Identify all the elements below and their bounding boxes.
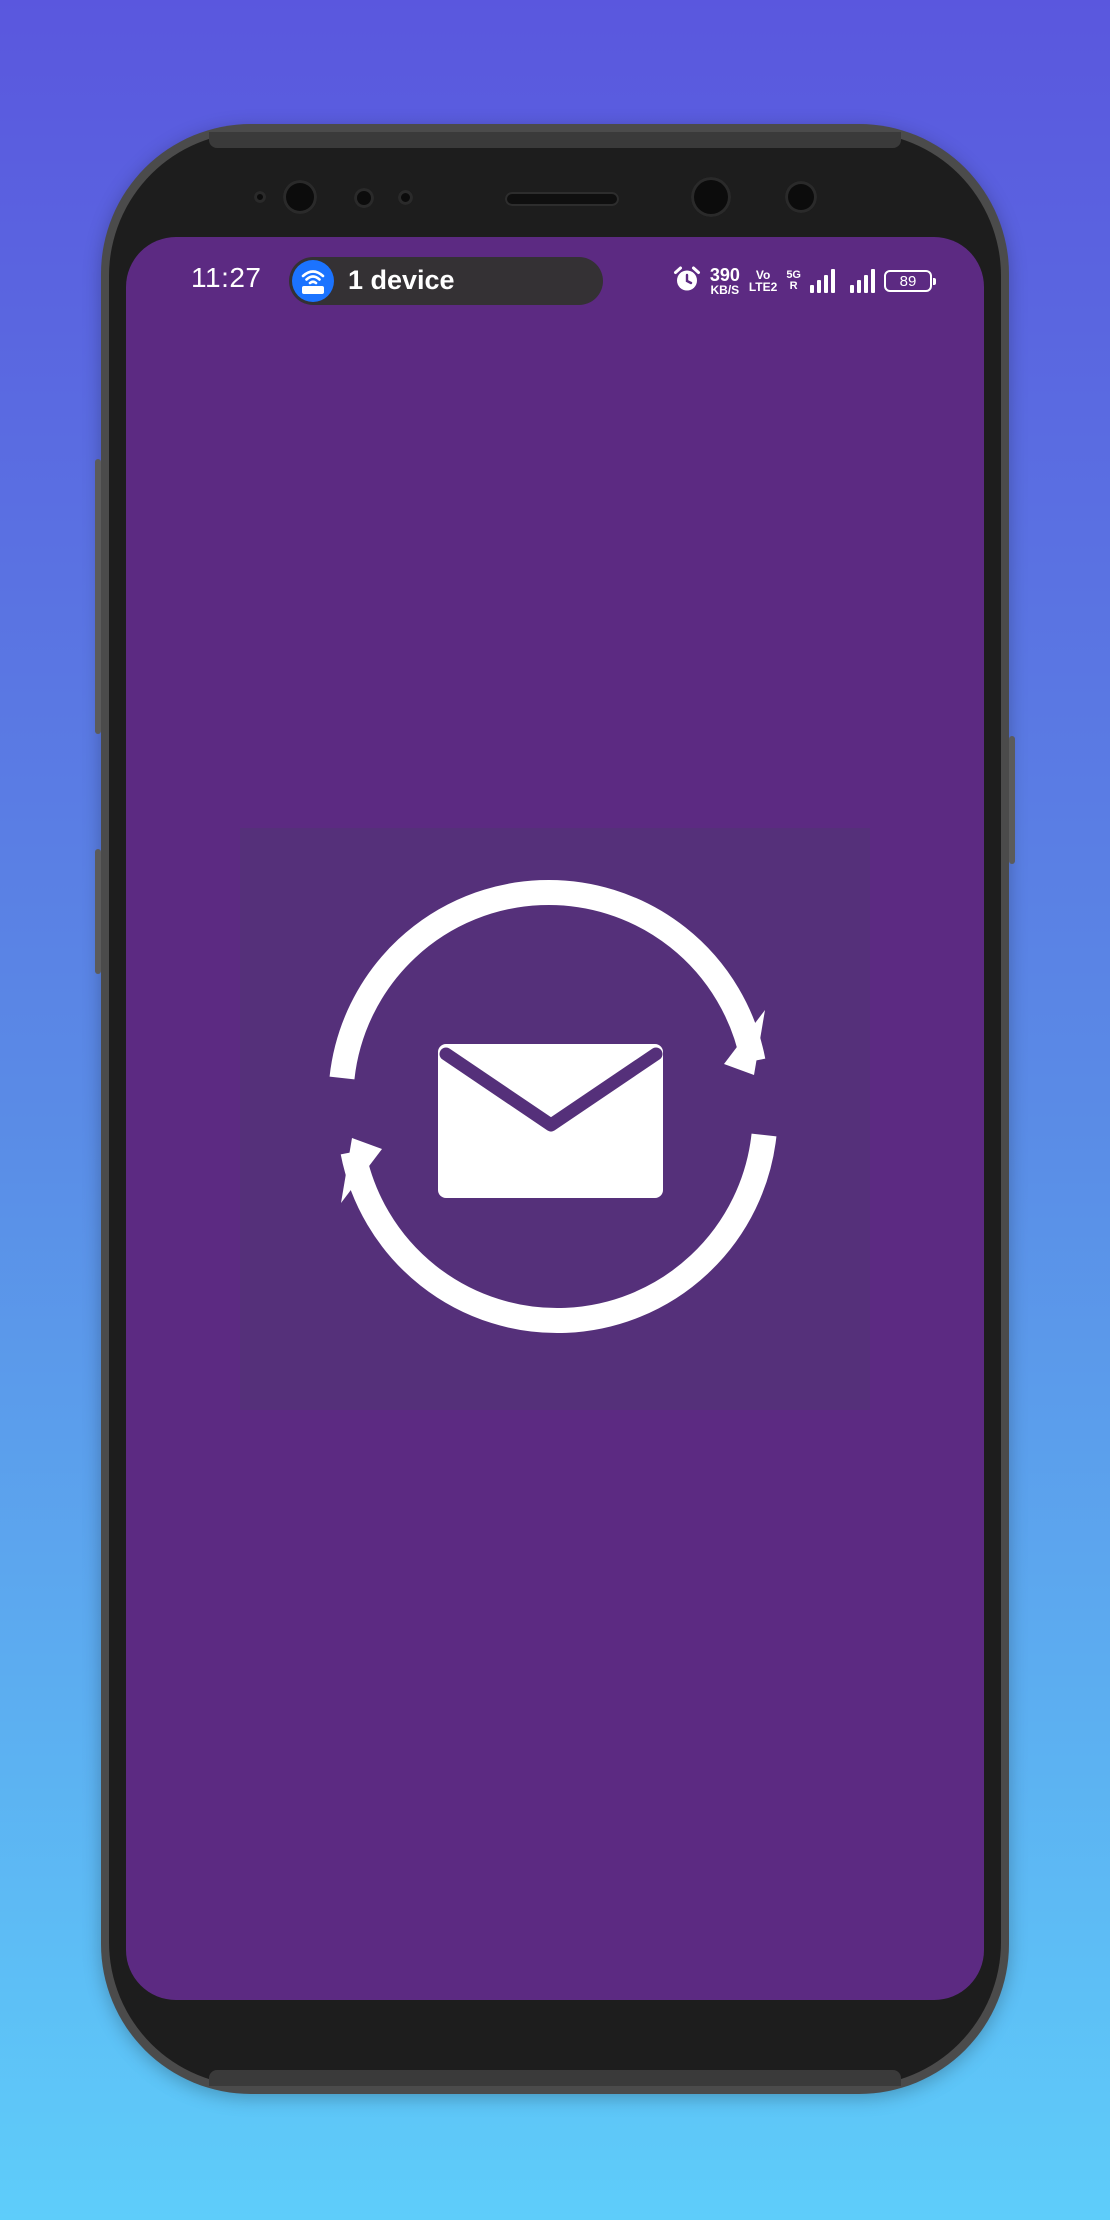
status-time: 11:27	[191, 262, 262, 293]
status-bar: 11:27 1 device 390 KB/S Vo LTE2 5G R 89	[126, 237, 984, 317]
sensor-dot	[785, 181, 817, 213]
battery-level: 89	[899, 272, 917, 290]
phone-bottom-band	[209, 2070, 901, 2086]
hotspot-indicator[interactable]: 1 device	[289, 257, 603, 305]
sensor-dot	[398, 190, 413, 205]
network-speed: 390 KB/S	[710, 266, 740, 296]
roaming-label: R	[789, 280, 798, 292]
app-screen: 11:27 1 device 390 KB/S Vo LTE2 5G R 89	[126, 237, 984, 2000]
power-button[interactable]	[1009, 736, 1015, 864]
volte-indicator: Vo LTE2	[749, 269, 777, 293]
network-type-indicator: 5G R	[786, 270, 801, 292]
proximity-sensor	[254, 191, 266, 203]
front-camera-icon	[283, 180, 317, 214]
network-speed-unit: KB/S	[710, 283, 740, 297]
volume-down-button[interactable]	[95, 849, 101, 974]
volume-up-button[interactable]	[95, 459, 101, 734]
status-icons: 390 KB/S Vo LTE2 5G R 89	[673, 261, 936, 301]
sensor-dot	[354, 188, 374, 208]
alarm-clock-icon	[673, 265, 701, 298]
volte-bottom-label: LTE2	[748, 280, 778, 294]
wifi-hotspot-icon	[292, 260, 334, 302]
signal-bars-icon	[810, 269, 835, 293]
hotspot-label: 1 device	[348, 265, 455, 295]
earpiece-speaker	[505, 192, 619, 206]
phone-top-band	[209, 132, 901, 148]
mail-sync-icon	[329, 880, 777, 1333]
front-camera-icon	[691, 177, 731, 217]
signal-bars-icon	[850, 269, 875, 293]
battery-icon: 89	[884, 270, 936, 292]
app-logo	[240, 828, 870, 1410]
network-speed-value: 390	[709, 265, 740, 285]
